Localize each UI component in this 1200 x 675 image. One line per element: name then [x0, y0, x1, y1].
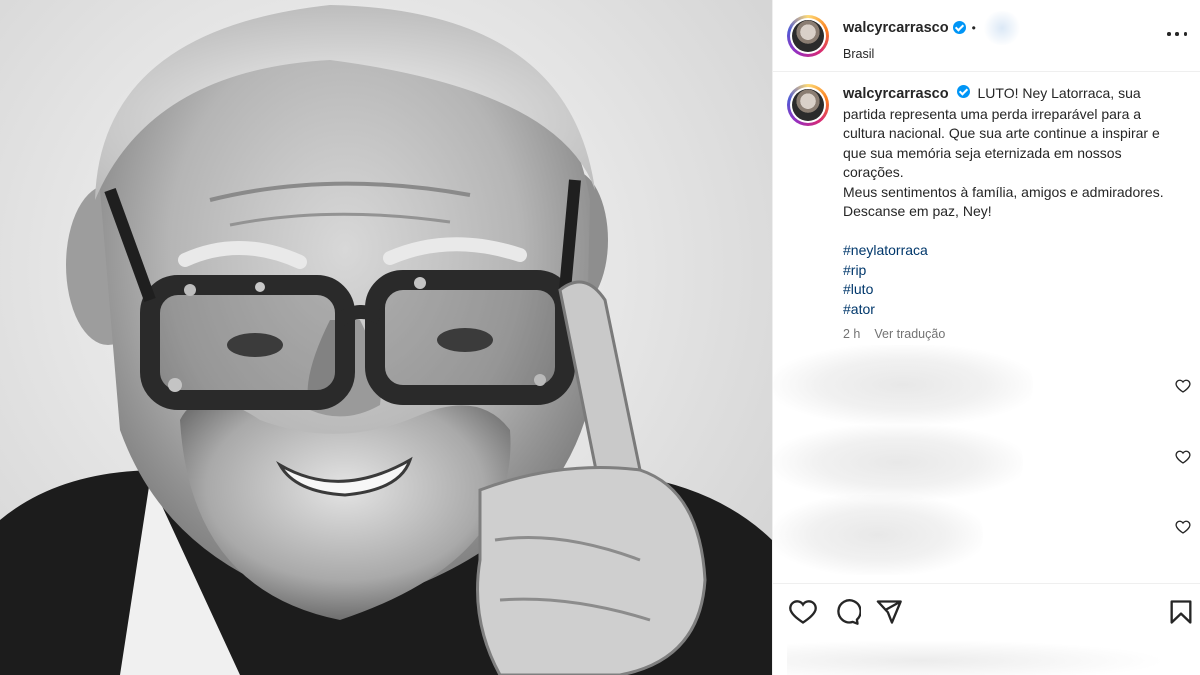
comment-like-heart-icon[interactable]: [1175, 378, 1191, 394]
author-avatar[interactable]: [787, 14, 829, 57]
caption-text-2: Meus sentimentos à família, amigos e adm…: [843, 183, 1164, 220]
caption-username[interactable]: walcyrcarrasco: [843, 86, 949, 102]
blurred-comment: [773, 495, 983, 575]
post-image[interactable]: [0, 0, 772, 675]
blurred-likes: [787, 640, 1167, 675]
comment-like-heart-icon[interactable]: [1175, 449, 1191, 465]
hashtag-link[interactable]: #neylatorraca: [843, 241, 1173, 261]
avatar-photo: [792, 19, 824, 52]
follow-button-blurred[interactable]: [981, 10, 1022, 45]
caption-meta: 2 h Ver tradução: [843, 325, 1173, 345]
post-panel: walcyrcarrasco • Brasil walcyrcarrasco L…: [772, 0, 1200, 675]
action-bar: [773, 583, 1200, 639]
comment-icon[interactable]: [833, 598, 861, 626]
caption-verified-badge-icon: [956, 85, 970, 98]
more-options-icon[interactable]: [1167, 24, 1187, 44]
share-icon[interactable]: [875, 598, 903, 626]
heart-icon[interactable]: [789, 598, 817, 626]
post-caption: walcyrcarrasco LUTO! Ney Latorraca, sua …: [787, 84, 1187, 345]
separator-dot: •: [971, 20, 976, 35]
blurred-comments: [773, 345, 1200, 585]
hashtag-link[interactable]: #ator: [843, 300, 1173, 320]
comment-like-heart-icon[interactable]: [1175, 519, 1191, 535]
hashtag-link[interactable]: #luto: [843, 280, 1173, 300]
post-time[interactable]: 2 h: [843, 325, 860, 345]
post-header: walcyrcarrasco • Brasil: [773, 0, 1200, 72]
post-location[interactable]: Brasil: [843, 47, 1022, 61]
hashtag-link[interactable]: #rip: [843, 261, 1173, 281]
hashtag-list: #neylatorraca #rip #luto #ator: [843, 241, 1173, 319]
bookmark-icon[interactable]: [1167, 598, 1195, 626]
translate-link[interactable]: Ver tradução: [874, 325, 945, 345]
blurred-comment: [773, 425, 1023, 500]
portrait-illustration: [0, 5, 772, 675]
header-username[interactable]: walcyrcarrasco: [843, 20, 949, 36]
verified-badge-icon: [952, 21, 966, 34]
caption-author-avatar[interactable]: [787, 84, 829, 126]
blurred-comment: [773, 345, 1033, 425]
